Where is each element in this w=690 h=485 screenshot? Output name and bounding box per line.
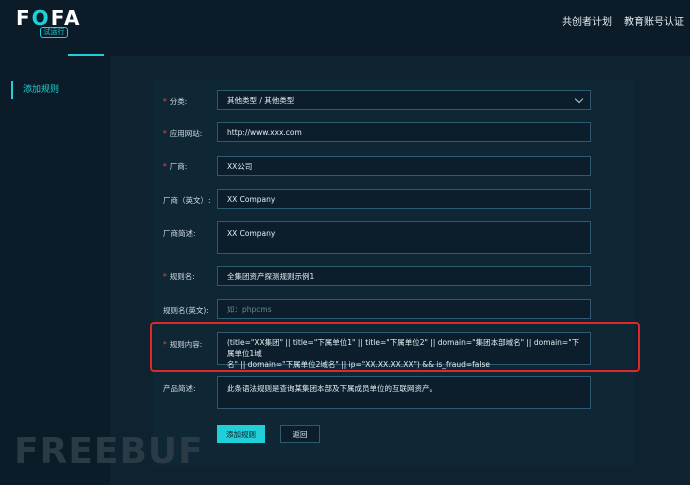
category-label: * 分类: [163,97,188,106]
chevron-down-icon [574,94,584,104]
nav-cocreator-plan[interactable]: 共创者计划 [562,13,612,28]
sidebar [0,56,110,485]
add-rule-button[interactable]: 添加规则 [217,425,265,443]
vendor-input[interactable]: XX公司 [217,156,591,176]
website-input[interactable]: http://www.xxx.com [217,122,591,142]
vendor-label: * 厂商: [163,162,188,171]
product-desc-textarea[interactable]: 此条语法规则是查询某集团本部及下属成员单位的互联网资产。 [217,376,591,409]
product-desc-label: 产品简述: [163,384,196,393]
vendor-desc-textarea[interactable]: XX Company [217,221,591,254]
sidebar-item-add-rule[interactable]: 添加规则 [11,81,59,99]
back-button[interactable]: 返回 [280,425,320,443]
rule-name-label: * 规则名: [163,272,195,281]
category-select-value: 其他类型 / 其他类型 [227,95,295,105]
vendor-en-input[interactable]: XX Company [217,189,591,209]
beta-badge: 试运行 [40,27,68,38]
freebuf-watermark: FREEBUF [14,431,204,472]
rule-name-en-placeholder: 如：phpcms [227,304,272,314]
top-bar: FOFA 试运行 共创者计划 教育账号认证 [0,0,690,56]
rule-content-highlight [150,322,640,372]
vendor-en-label: 厂商（英文）: [163,196,211,205]
category-select[interactable]: 其他类型 / 其他类型 [217,90,591,110]
rule-name-en-label: 规则名(英文): [163,306,209,315]
vendor-desc-label: 厂商简述: [163,229,196,238]
nav-education-verify[interactable]: 教育账号认证 [624,13,684,28]
logo-letter-f: F [16,6,32,30]
rule-name-en-input[interactable]: 如：phpcms [217,299,591,319]
website-label: * 应用网站: [163,129,203,138]
rule-name-input[interactable]: 全集团资产探测规则示例1 [217,266,591,286]
